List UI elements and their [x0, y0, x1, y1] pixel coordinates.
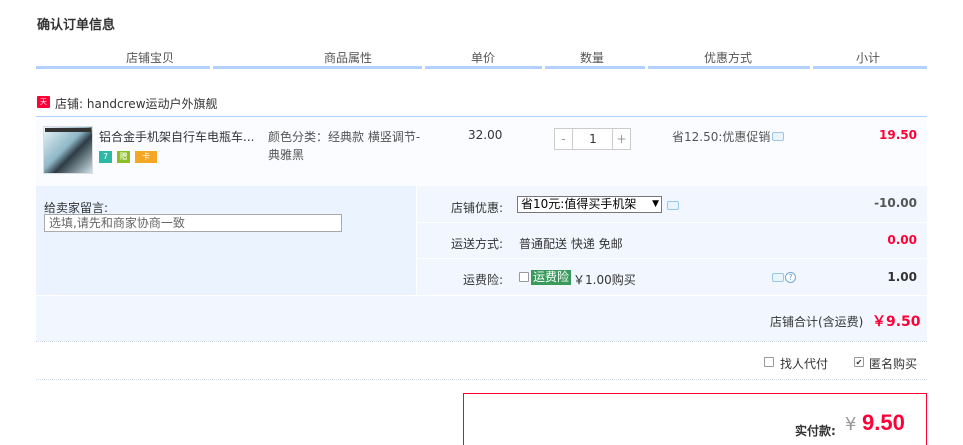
- col-header-attributes: 商品属性: [323, 51, 372, 65]
- header-gap: [645, 66, 648, 69]
- shop-discount-label: 店铺优惠:: [450, 201, 503, 215]
- col-header-quantity: 数量: [579, 51, 604, 65]
- proxy-pay-label[interactable]: 找人代付: [780, 355, 828, 372]
- quantity-decrease-button[interactable]: -: [554, 128, 573, 150]
- insurance-price: ￥1.00购买: [573, 273, 636, 287]
- item-row: [36, 116, 927, 186]
- anonymous-checkbox[interactable]: [854, 357, 864, 367]
- gift-icon: 赠: [117, 151, 130, 163]
- col-header-item: 店铺宝贝: [125, 51, 174, 65]
- proxy-pay-checkbox[interactable]: [764, 357, 774, 367]
- shop-total-value: ￥9.50: [872, 314, 921, 330]
- help-icon[interactable]: ?: [785, 272, 796, 283]
- chat-icon[interactable]: [772, 273, 784, 282]
- chat-icon[interactable]: [772, 132, 784, 141]
- header-divider: [36, 66, 927, 69]
- seven-day-return-icon: 7: [99, 151, 112, 163]
- insurance-amount: 1.00: [887, 270, 917, 284]
- row-divider: [36, 295, 927, 296]
- payment-amount: 9.50: [862, 410, 905, 435]
- credit-card-icon: 卡: [135, 151, 157, 163]
- quantity-input[interactable]: 1: [573, 128, 613, 150]
- insurance-checkbox[interactable]: [519, 272, 529, 282]
- col-header-discount: 优惠方式: [703, 51, 752, 65]
- payment-currency: ¥: [845, 414, 857, 435]
- shop-discount-selected: 省10元:值得买手机架: [521, 197, 637, 211]
- header-gap: [542, 66, 545, 69]
- quantity-increase-button[interactable]: +: [612, 128, 631, 150]
- row-divider: [417, 222, 927, 223]
- shipping-amount: 0.00: [887, 233, 917, 247]
- section-divider: [36, 379, 927, 380]
- product-attribute: 颜色分类：经典款 横竖调节-典雅黑: [268, 130, 421, 162]
- promotion-text: 省12.50:优惠促销: [672, 130, 771, 144]
- product-thumbnail-banner: [45, 128, 91, 132]
- row-divider: [417, 258, 927, 259]
- col-header-price: 单价: [470, 51, 495, 65]
- header-gap: [422, 66, 425, 69]
- shop-discount-amount: -10.00: [874, 196, 917, 210]
- item-subtotal: 19.50: [879, 128, 917, 142]
- section-divider: [36, 341, 927, 342]
- payment-summary-box: [463, 393, 927, 445]
- col-header-subtotal: 小计: [855, 51, 880, 65]
- insurance-label: 运费险:: [462, 273, 503, 287]
- panel-divider: [416, 186, 417, 295]
- product-thumbnail[interactable]: [43, 126, 93, 174]
- shop-discount-select[interactable]: 省10元:值得买手机架 ▼: [517, 196, 662, 213]
- insurance-badge: 运费险: [531, 270, 572, 285]
- tmall-icon: 天猫: [37, 96, 50, 118]
- anonymous-label[interactable]: 匿名购买: [869, 355, 917, 372]
- chat-icon[interactable]: [667, 201, 679, 210]
- shop-name-link[interactable]: 店铺: handcrew运动户外旗舰: [55, 95, 218, 112]
- header-gap: [810, 66, 813, 69]
- shipping-method: 普通配送 快递 免邮: [519, 237, 623, 251]
- unit-price: 32.00: [468, 128, 503, 142]
- header-gap: [210, 66, 213, 69]
- dropdown-arrow-icon: ▼: [652, 199, 659, 209]
- seller-message-input[interactable]: 选填,请先和商家协商一致: [44, 214, 342, 232]
- payment-label: 实付款:: [795, 424, 836, 438]
- shipping-label: 运送方式:: [450, 237, 503, 251]
- page-title: 确认订单信息: [37, 18, 116, 33]
- product-title-link[interactable]: 铝合金手机架自行车电瓶车...: [99, 128, 259, 145]
- shop-total-label: 店铺合计(含运费): [770, 315, 864, 329]
